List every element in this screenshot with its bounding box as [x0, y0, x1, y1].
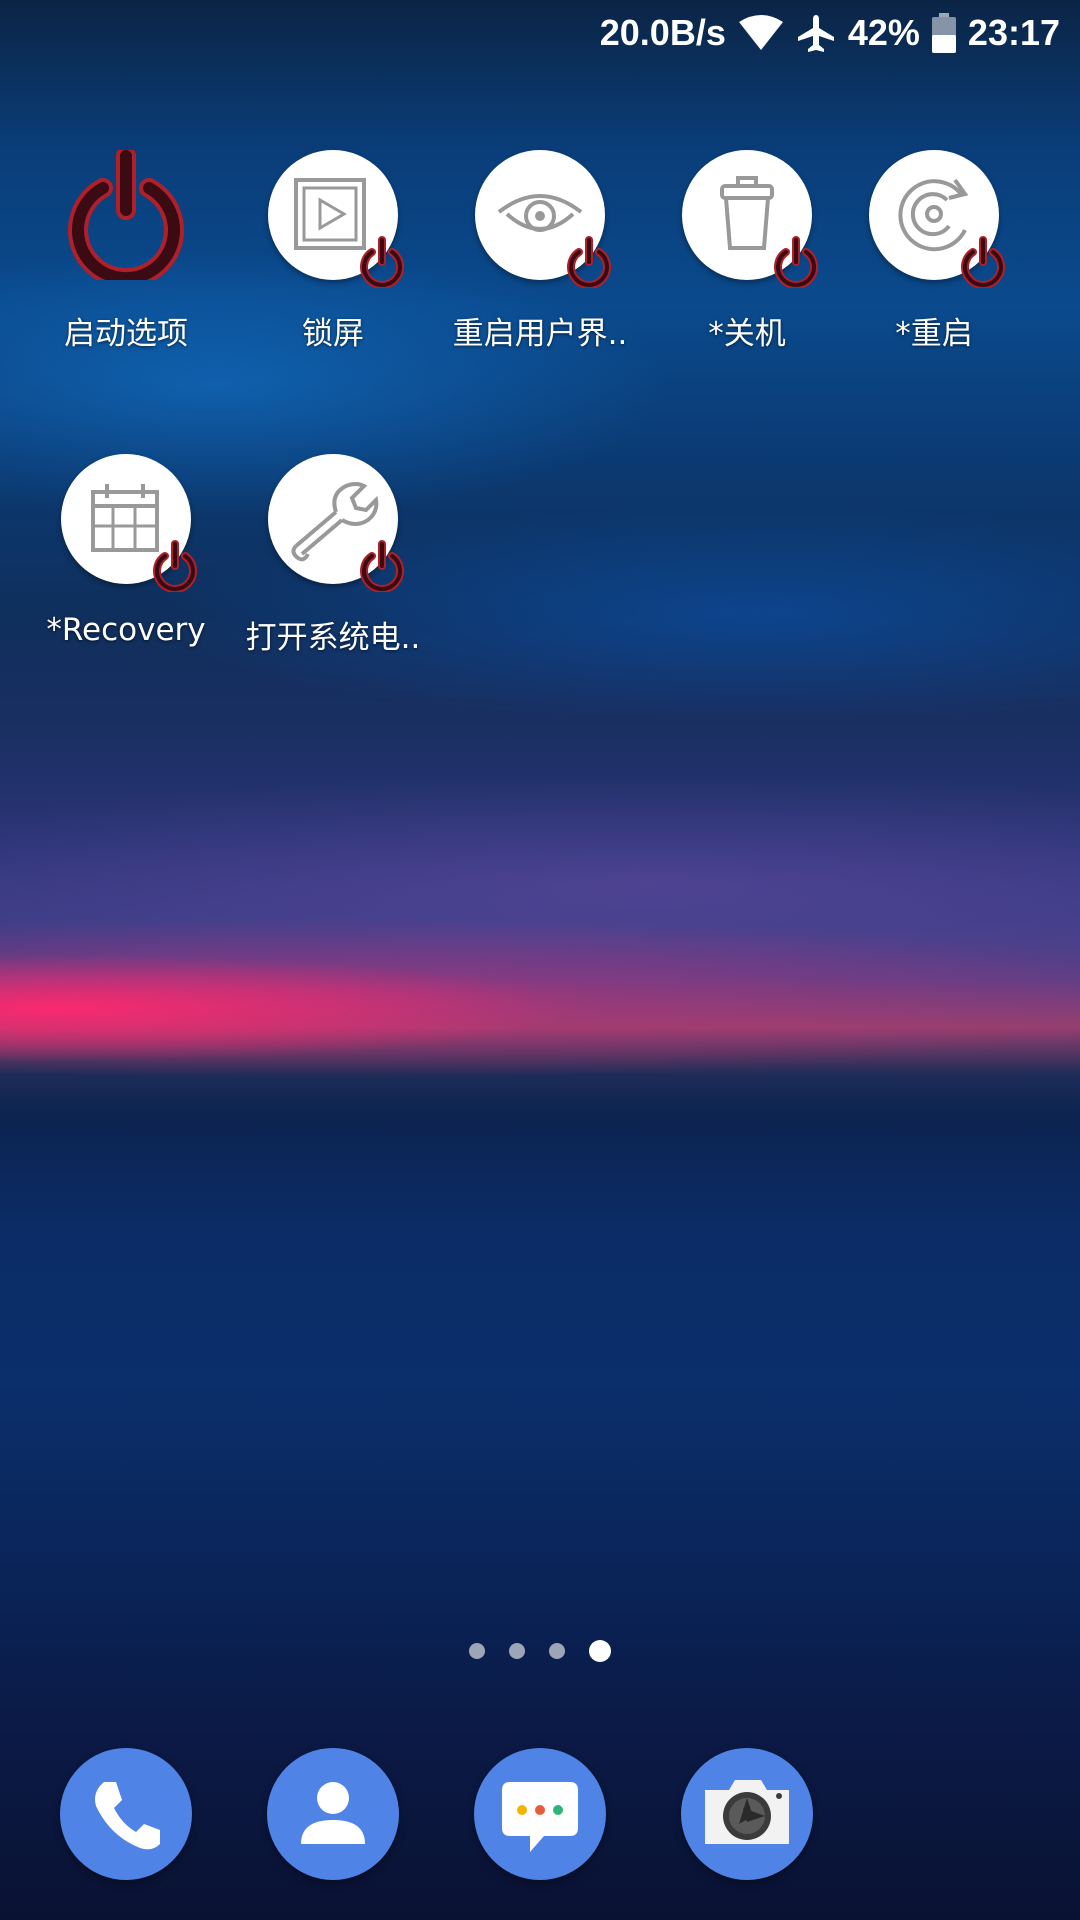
airplane-mode-icon — [796, 13, 836, 53]
app-lock-screen[interactable]: 锁屏 — [233, 150, 433, 353]
dock-messages[interactable] — [474, 1748, 606, 1880]
power-badge-icon — [774, 236, 818, 288]
messages-icon — [502, 1782, 578, 1852]
app-recovery[interactable]: *Recovery — [26, 454, 226, 648]
app-label: *Recovery — [46, 612, 206, 648]
app-label: *重启 — [895, 316, 973, 352]
power-badge-icon — [961, 236, 1005, 288]
power-badge-icon — [360, 236, 404, 288]
page-dot[interactable] — [509, 1643, 525, 1659]
battery-icon — [931, 13, 956, 53]
battery-percent: 42% — [847, 12, 920, 53]
app-boot-options[interactable]: 启动选项 — [26, 150, 226, 353]
phone-icon — [95, 1782, 160, 1850]
app-open-system-power[interactable]: 打开系统电.. — [233, 454, 433, 657]
wifi-icon — [738, 14, 784, 52]
power-badge-icon — [360, 540, 404, 592]
dock-contacts[interactable] — [267, 1748, 399, 1880]
page-dot[interactable] — [469, 1643, 485, 1659]
clock: 23:17 — [967, 12, 1060, 53]
app-label: 打开系统电.. — [245, 620, 421, 656]
app-reboot[interactable]: *重启 — [834, 150, 1034, 353]
power-icon — [68, 150, 184, 280]
page-dot-active[interactable] — [589, 1640, 611, 1662]
power-badge-icon — [567, 236, 611, 288]
app-label: *关机 — [708, 316, 786, 352]
status-bar: 20.0B/s 42% 23:17 — [0, 0, 1080, 66]
camera-icon — [705, 1780, 789, 1844]
app-label: 锁屏 — [302, 316, 364, 352]
app-label: 启动选项 — [64, 316, 188, 352]
dock-camera[interactable] — [681, 1748, 813, 1880]
contacts-icon — [301, 1782, 365, 1844]
app-restart-ui[interactable]: 重启用户界.. — [440, 150, 640, 353]
dock-phone[interactable] — [60, 1748, 192, 1880]
power-badge-icon — [153, 540, 197, 592]
page-dot[interactable] — [549, 1643, 565, 1659]
app-shutdown[interactable]: *关机 — [647, 150, 847, 353]
app-label: 重启用户界.. — [452, 316, 628, 352]
network-speed: 20.0B/s — [599, 12, 726, 53]
page-indicator[interactable] — [0, 1640, 1080, 1662]
